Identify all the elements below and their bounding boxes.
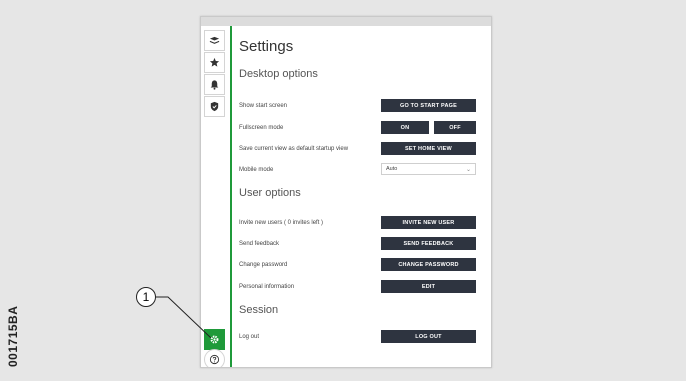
set-home-view-button[interactable]: SET HOME VIEW xyxy=(381,142,476,155)
sidebar-layers-button[interactable] xyxy=(204,30,225,51)
sidebar-settings-button[interactable] xyxy=(204,329,225,350)
sidebar-help-button[interactable] xyxy=(204,349,225,367)
mobile-mode-value: Auto xyxy=(386,166,398,172)
figure-code: 001715BA xyxy=(6,305,20,367)
log-out-label: Log out xyxy=(239,334,260,340)
sidebar-notifications-button[interactable] xyxy=(204,74,225,95)
show-start-screen-label: Show start screen xyxy=(239,103,288,109)
send-feedback-label: Send feedback xyxy=(239,241,280,247)
fullscreen-on-button[interactable]: ON xyxy=(381,121,429,134)
window-top-bar xyxy=(201,17,491,26)
callout-marker: 1 xyxy=(136,287,156,307)
bell-icon xyxy=(210,80,219,90)
fullscreen-off-button[interactable]: OFF xyxy=(434,121,476,134)
section-session: Session xyxy=(239,304,279,316)
settings-content: Settings Desktop options Show start scre… xyxy=(239,26,491,367)
layers-icon xyxy=(209,36,220,44)
gear-icon xyxy=(210,335,219,344)
sidebar-security-button[interactable] xyxy=(204,96,225,117)
invite-new-user-button[interactable]: INVITE NEW USER xyxy=(381,216,476,229)
log-out-button[interactable]: LOG OUT xyxy=(381,330,476,343)
section-desktop-options: Desktop options xyxy=(239,68,318,80)
personal-information-label: Personal information xyxy=(239,284,295,290)
page-title: Settings xyxy=(239,38,294,55)
star-icon xyxy=(209,57,220,67)
settings-window: Settings Desktop options Show start scre… xyxy=(200,16,492,368)
go-to-start-page-button[interactable]: GO TO START PAGE xyxy=(381,99,476,112)
change-password-label: Change password xyxy=(239,262,288,268)
sidebar xyxy=(201,26,228,367)
startup-view-label: Save current view as default startup vie… xyxy=(239,146,349,152)
help-icon xyxy=(209,354,220,365)
mobile-mode-label: Mobile mode xyxy=(239,167,274,173)
change-password-button[interactable]: CHANGE PASSWORD xyxy=(381,258,476,271)
shield-icon xyxy=(210,101,219,112)
active-indicator xyxy=(230,26,232,367)
invite-users-label: Invite new users ( 0 invites left ) xyxy=(239,220,324,226)
section-user-options: User options xyxy=(239,187,301,199)
sidebar-favorites-button[interactable] xyxy=(204,52,225,73)
mobile-mode-select[interactable]: Auto ⌄ xyxy=(381,163,476,175)
send-feedback-button[interactable]: SEND FEEDBACK xyxy=(381,237,476,250)
edit-personal-info-button[interactable]: EDIT xyxy=(381,280,476,293)
fullscreen-mode-label: Fullscreen mode xyxy=(239,125,284,131)
chevron-down-icon: ⌄ xyxy=(465,166,471,173)
